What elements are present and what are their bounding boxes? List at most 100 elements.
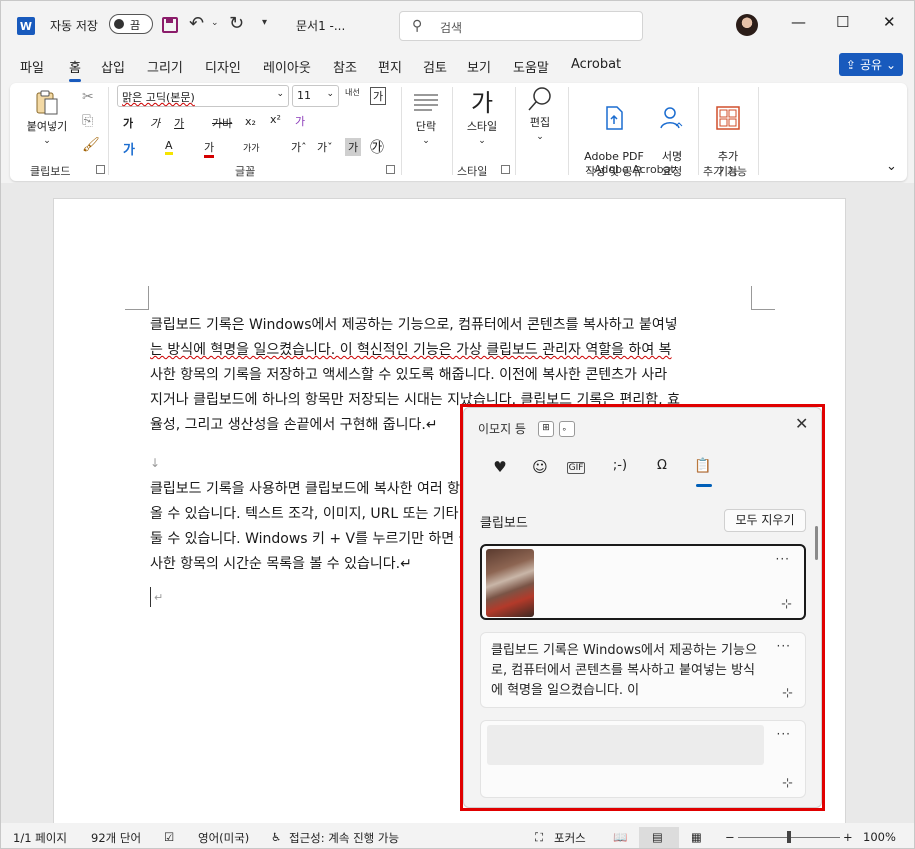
clipboard-item-loading[interactable]: ··· ⊹ xyxy=(480,720,806,798)
tab-view[interactable]: 보기 xyxy=(467,57,491,76)
italic-button[interactable]: 가 xyxy=(150,115,160,131)
clipboard-item-text-content: 클립보드 기록은 Windows에서 제공하는 기능으로, 컴퓨터에서 콘텐츠를… xyxy=(491,643,757,698)
ribbon-tabs: 파일 홈 삽입 그리기 디자인 레이아웃 참조 편지 검토 보기 도움말 Acr… xyxy=(1,53,914,82)
more-options-icon[interactable]: ··· xyxy=(776,552,790,566)
enclose-character-button[interactable]: ㉮ xyxy=(370,137,384,157)
accessibility-icon[interactable]: ♿ xyxy=(271,830,281,844)
tab-acrobat[interactable]: Acrobat xyxy=(571,57,621,72)
web-layout-icon[interactable]: ▦ xyxy=(691,830,702,844)
minimize-button[interactable]: — xyxy=(791,13,806,31)
maximize-button[interactable]: ☐ xyxy=(836,13,849,31)
tab-file[interactable]: 파일 xyxy=(20,57,44,76)
share-button[interactable]: ⇪ 공유 ⌄ xyxy=(839,53,903,76)
underline-button[interactable]: 가 xyxy=(174,115,184,131)
clear-format-button[interactable]: 가 xyxy=(370,87,387,105)
collapse-ribbon-icon[interactable]: ⌄ xyxy=(886,159,897,174)
tab-layout[interactable]: 레이아웃 xyxy=(263,57,311,76)
shrink-font-button[interactable]: 가ˇ xyxy=(317,139,333,155)
separator xyxy=(452,87,453,175)
paragraph-button[interactable]: 단락 ⌄ xyxy=(406,89,446,149)
text-effect-button[interactable]: 가 xyxy=(123,139,135,158)
tab-insert[interactable]: 삽입 xyxy=(101,57,125,76)
tab-design[interactable]: 디자인 xyxy=(205,57,241,76)
zoom-out-icon[interactable]: − xyxy=(725,830,735,844)
print-layout-icon[interactable]: ▤ xyxy=(652,830,663,844)
favorites-icon[interactable]: ♥ xyxy=(487,458,513,476)
avatar[interactable] xyxy=(736,14,758,36)
separator xyxy=(758,87,759,175)
gif-icon[interactable]: GIF xyxy=(567,462,585,474)
more-options-icon[interactable]: ··· xyxy=(777,727,791,741)
word-count[interactable]: 92개 단어 xyxy=(91,830,141,846)
proofing-icon[interactable]: ☑ xyxy=(164,830,174,844)
strikethrough-button[interactable]: 가바 xyxy=(212,115,232,131)
separator xyxy=(698,87,699,175)
clipboard-item-image[interactable]: ··· ⊹ xyxy=(480,544,806,620)
tab-mailings[interactable]: 편지 xyxy=(378,57,402,76)
read-mode-icon[interactable]: 📖 xyxy=(613,830,627,844)
paragraph-label: 단락 xyxy=(415,120,437,133)
font-name-combo[interactable]: 맑은 고딕(본문) ⌄ xyxy=(117,85,289,107)
paste-dropdown-icon[interactable]: ⌄ xyxy=(22,134,72,149)
kaomoji-icon[interactable]: ;-) xyxy=(607,458,633,473)
cut-icon[interactable]: ✂ xyxy=(82,89,94,105)
undo-dropdown-icon[interactable]: ⌄ xyxy=(211,18,219,28)
emoji-icon[interactable]: ☺ xyxy=(527,458,553,476)
search-box[interactable]: ⚲ 검색 xyxy=(399,11,643,41)
status-bar: 1/1 페이지 92개 단어 ☑ 영어(미국) ♿ 접근성: 계속 진행 가능 … xyxy=(1,826,914,849)
para1-line-2: 는 방식에 혁명을 일으켰습니다. 이 혁신적인 기능은 가상 클립보드 관리자… xyxy=(150,342,672,358)
focus-icon[interactable]: ⛶ xyxy=(535,830,543,845)
language-status[interactable]: 영어(미국) xyxy=(198,830,249,846)
highlight-button[interactable]: A xyxy=(165,139,173,155)
para1-line-1: 클립보드 기록은 Windows에서 제공하는 기능으로, 컴퓨터에서 콘텐츠를… xyxy=(150,317,678,333)
editing-button[interactable]: 편집 ⌄ xyxy=(522,85,558,145)
more-options-icon[interactable]: ··· xyxy=(777,639,791,653)
font-color-button[interactable]: 가 xyxy=(204,139,215,158)
zoom-slider-thumb[interactable] xyxy=(787,831,791,843)
zoom-level[interactable]: 100% xyxy=(863,830,896,844)
close-button[interactable]: ✕ xyxy=(883,13,896,31)
change-case-button[interactable]: 가가 xyxy=(243,141,260,154)
windows-key-icon: ⊞ xyxy=(538,421,554,437)
page-count[interactable]: 1/1 페이지 xyxy=(13,830,67,846)
styles-button[interactable]: 가 스타일 ⌄ xyxy=(460,89,504,149)
paste-button[interactable]: 붙여넣기 ⌄ xyxy=(22,89,72,149)
symbols-icon[interactable]: Ω xyxy=(649,458,675,473)
customize-qat-icon[interactable]: ▾ xyxy=(262,17,267,28)
character-shading-button[interactable]: 가 xyxy=(345,138,362,156)
focus-mode[interactable]: 포커스 xyxy=(554,830,586,846)
tab-help[interactable]: 도움말 xyxy=(513,57,549,76)
superscript-button[interactable]: x² xyxy=(270,113,281,126)
pin-icon[interactable]: ⊹ xyxy=(782,776,793,791)
zoom-in-icon[interactable]: + xyxy=(843,830,853,844)
close-icon[interactable]: ✕ xyxy=(795,414,808,433)
format-painter-icon[interactable]: 🖌 xyxy=(82,137,100,153)
redo-icon[interactable]: ↻ xyxy=(229,13,244,34)
copy-icon[interactable]: ⎘ xyxy=(82,113,93,129)
pin-icon[interactable]: ⊹ xyxy=(782,686,793,701)
accessibility-status[interactable]: 접근성: 계속 진행 가능 xyxy=(289,830,399,846)
tab-home[interactable]: 홈 xyxy=(69,57,81,82)
clear-all-button[interactable]: 모두 지우기 xyxy=(724,509,806,532)
font-launcher-icon[interactable] xyxy=(386,165,395,174)
save-icon[interactable] xyxy=(162,17,178,33)
clipboard-icon[interactable]: 📋 xyxy=(690,458,716,474)
styles-label: 스타일 xyxy=(466,120,498,133)
tab-draw[interactable]: 그리기 xyxy=(147,57,183,76)
bold-button[interactable]: 가 xyxy=(123,115,133,131)
phonetic-guide-button[interactable]: 내선 xyxy=(345,87,360,98)
grow-font-button[interactable]: 가ˆ xyxy=(291,139,307,155)
text-effects-button[interactable]: 가 xyxy=(295,113,305,129)
tab-review[interactable]: 검토 xyxy=(423,57,447,76)
autosave-toggle[interactable]: 끔 xyxy=(109,14,153,34)
pin-icon[interactable]: ⊹ xyxy=(781,597,792,612)
subscript-button[interactable]: x₂ xyxy=(245,115,256,128)
undo-icon[interactable]: ↶ xyxy=(189,13,204,34)
scrollbar-thumb[interactable] xyxy=(815,526,818,560)
font-size-combo[interactable]: 11 ⌄ xyxy=(292,85,339,107)
styles-launcher-icon[interactable] xyxy=(501,165,510,174)
tab-references[interactable]: 참조 xyxy=(333,57,357,76)
clipboard-item-text[interactable]: 클립보드 기록은 Windows에서 제공하는 기능으로, 컴퓨터에서 콘텐츠를… xyxy=(480,632,806,708)
clipboard-launcher-icon[interactable] xyxy=(96,165,105,174)
document-title: 문서1 -... xyxy=(296,19,346,33)
